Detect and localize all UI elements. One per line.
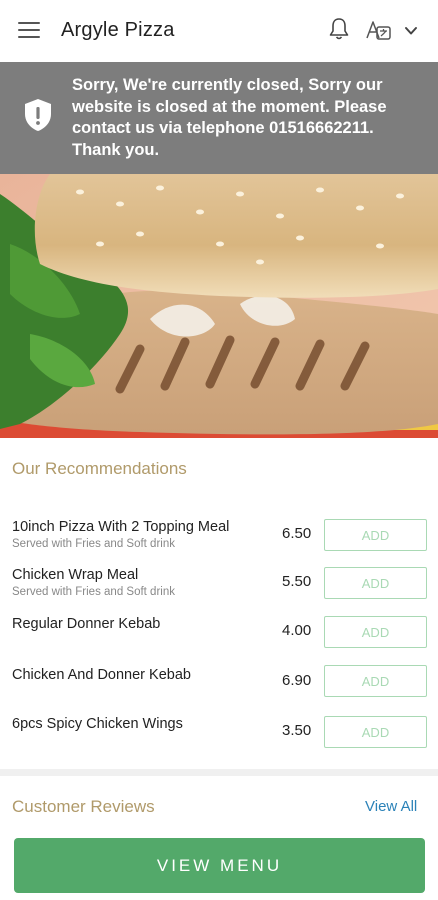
item-description: Served with Fries and Soft drink bbox=[12, 586, 175, 598]
menu-item-row: 6pcs Spicy Chicken Wings 3.50 ADD bbox=[0, 716, 438, 764]
item-price: 5.50 bbox=[282, 573, 312, 590]
recommendations-title: Our Recommendations bbox=[12, 459, 187, 478]
item-price: 6.50 bbox=[282, 525, 312, 542]
add-button[interactable]: ADD bbox=[324, 665, 427, 697]
notice-message: Sorry, We're currently closed, Sorry our… bbox=[72, 76, 387, 159]
menu-item-row: Chicken And Donner Kebab 6.90 ADD bbox=[0, 665, 438, 713]
page-title: Argyle Pizza bbox=[61, 19, 175, 41]
item-price: 6.90 bbox=[282, 672, 312, 689]
menu-item-row: Regular Donner Kebab 4.00 ADD bbox=[0, 616, 438, 664]
chevron-down-icon[interactable] bbox=[402, 22, 420, 40]
item-name: 10inch Pizza With 2 Topping Meal bbox=[12, 519, 230, 535]
item-description: Served with Fries and Soft drink bbox=[12, 538, 175, 550]
menu-item-row: Chicken Wrap Meal Served with Fries and … bbox=[0, 567, 438, 615]
app-header: Argyle Pizza bbox=[0, 0, 438, 62]
item-price: 4.00 bbox=[282, 622, 312, 639]
closed-notice-banner: Sorry, We're currently closed, Sorry our… bbox=[0, 62, 438, 174]
add-button[interactable]: ADD bbox=[324, 616, 427, 648]
add-button[interactable]: ADD bbox=[324, 716, 427, 748]
item-price: 3.50 bbox=[282, 722, 312, 739]
item-name: Chicken Wrap Meal bbox=[12, 567, 139, 583]
item-name: 6pcs Spicy Chicken Wings bbox=[12, 716, 183, 732]
reviews-title: Customer Reviews bbox=[12, 797, 155, 816]
shield-alert-icon bbox=[25, 99, 51, 131]
view-menu-button[interactable]: VIEW MENU bbox=[14, 838, 425, 893]
menu-item-row: 10inch Pizza With 2 Topping Meal Served … bbox=[0, 519, 438, 567]
view-all-link[interactable]: View All bbox=[365, 798, 417, 815]
bell-icon[interactable] bbox=[326, 16, 352, 42]
item-name: Regular Donner Kebab bbox=[12, 616, 161, 632]
menu-icon[interactable] bbox=[18, 22, 40, 40]
item-name: Chicken And Donner Kebab bbox=[12, 667, 191, 683]
language-icon[interactable] bbox=[364, 18, 392, 42]
add-button[interactable]: ADD bbox=[324, 519, 427, 551]
hero-burger-image bbox=[0, 174, 438, 438]
section-divider bbox=[0, 769, 438, 776]
add-button[interactable]: ADD bbox=[324, 567, 427, 599]
